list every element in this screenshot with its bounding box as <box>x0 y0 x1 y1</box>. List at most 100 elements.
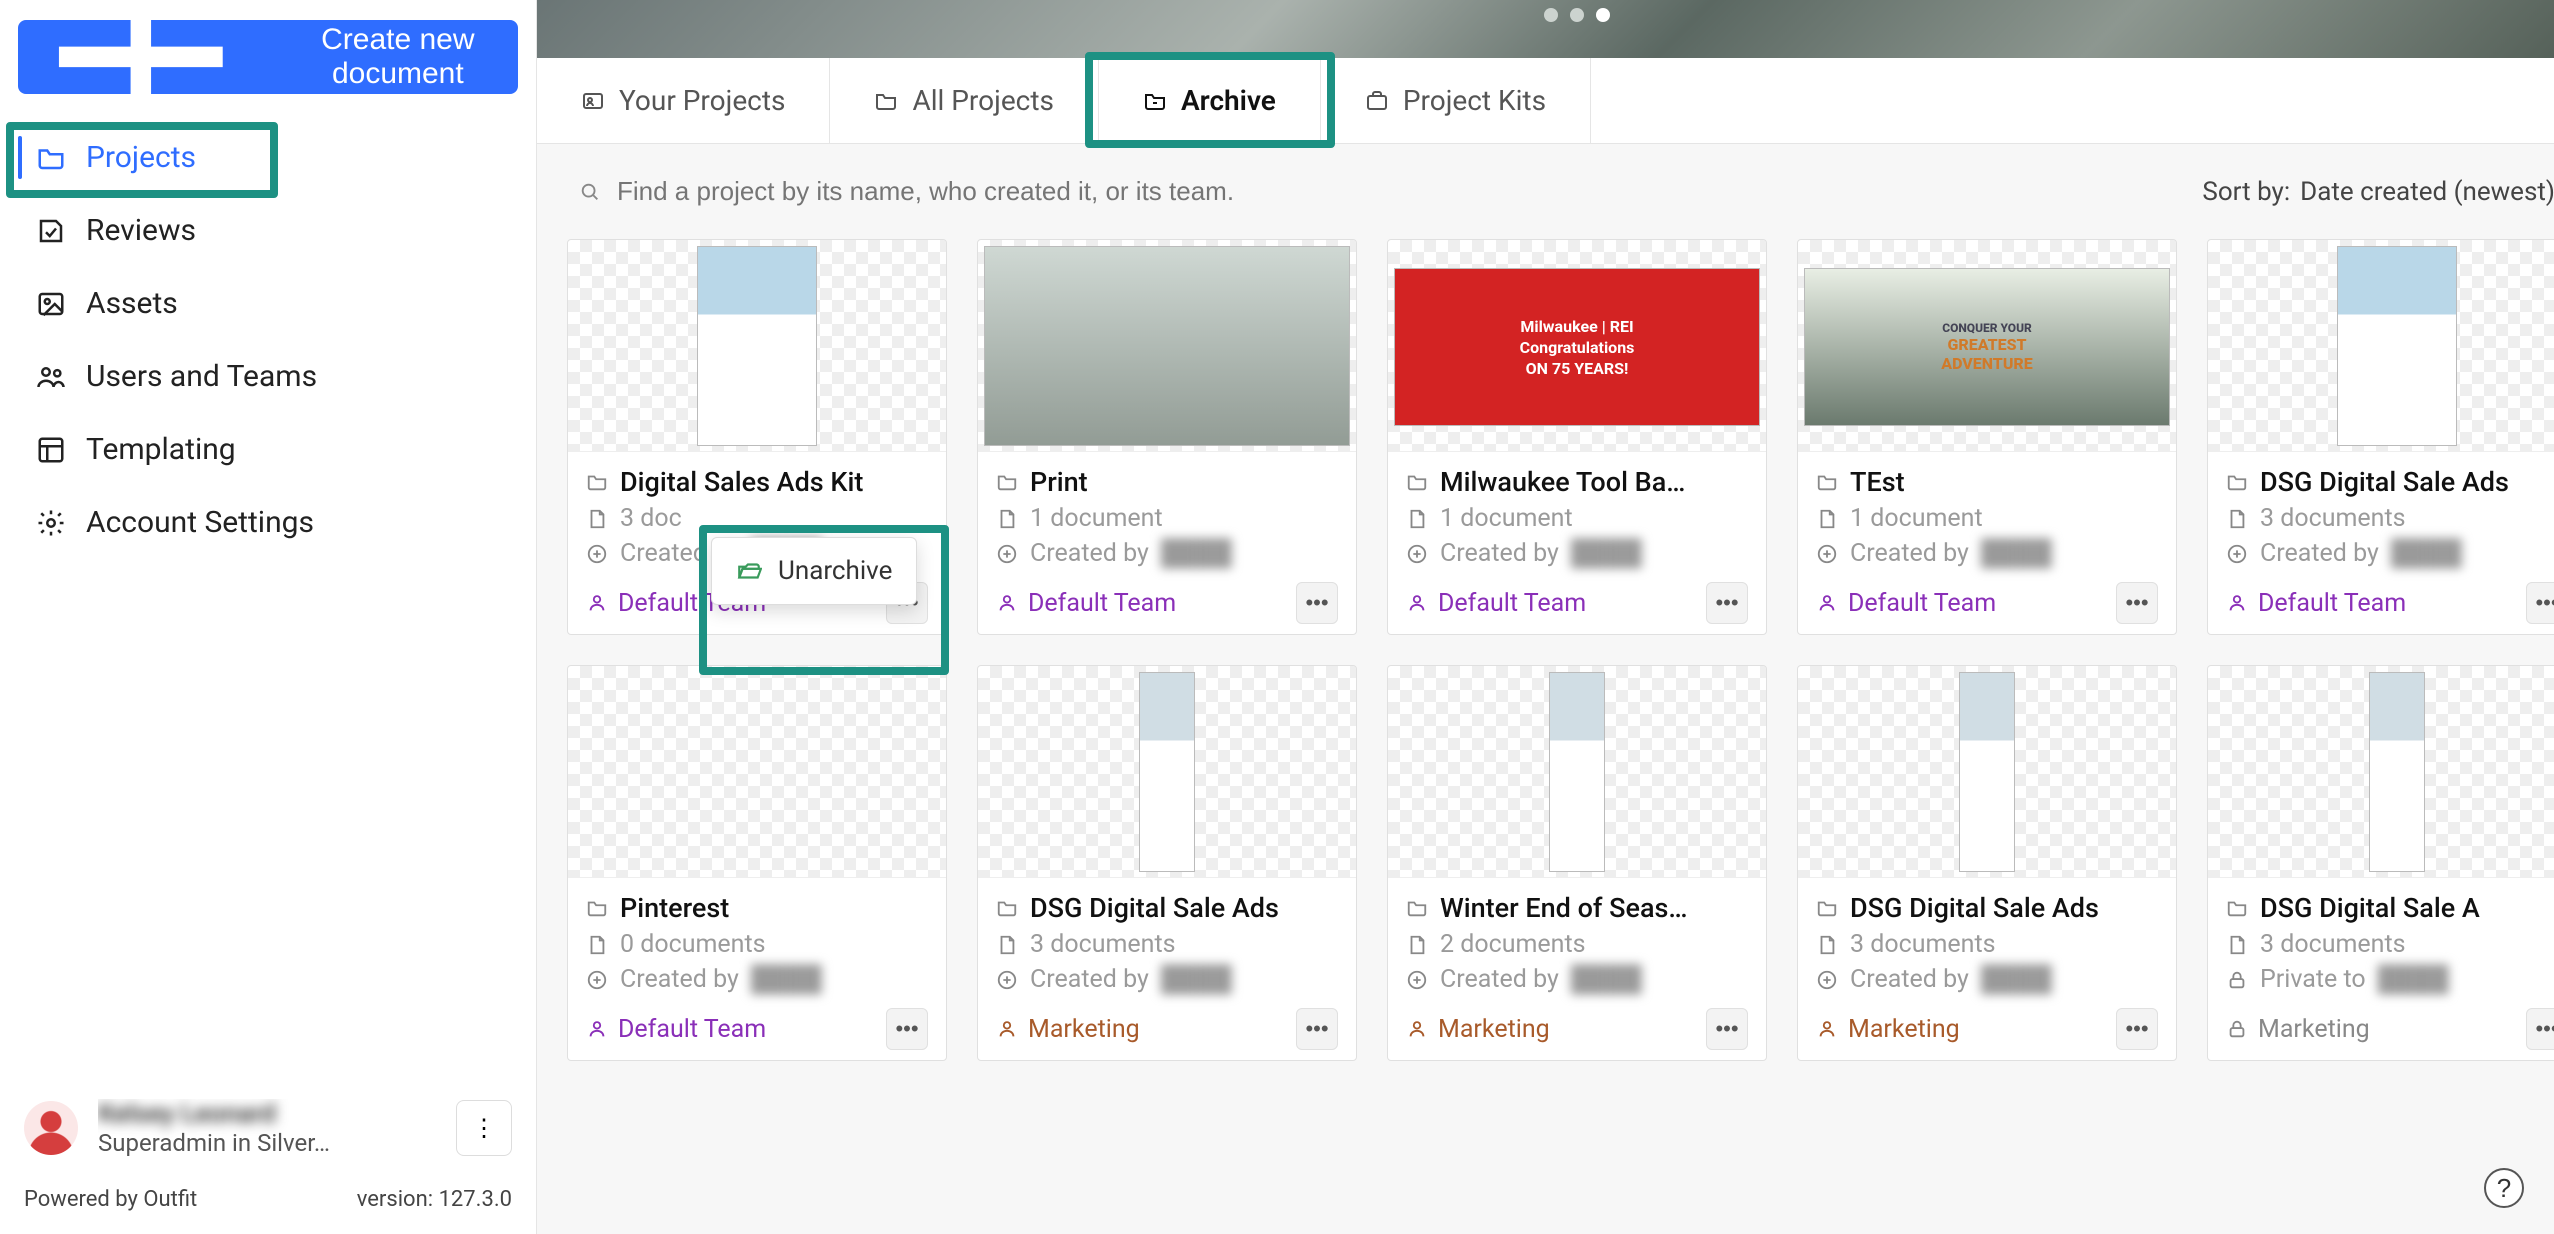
tab-project-kits[interactable]: Project Kits <box>1321 58 1591 143</box>
user-folder-icon <box>581 89 605 113</box>
unarchive-popover[interactable]: Unarchive <box>711 537 917 605</box>
sidebar-item-users-and-teams[interactable]: Users and Teams <box>18 343 518 410</box>
project-more-button[interactable]: ••• <box>1706 1008 1748 1050</box>
hero-dot-1[interactable] <box>1544 8 1558 22</box>
doc-count-row: 3 documents <box>1816 930 2158 959</box>
user-icon <box>996 1018 1018 1040</box>
user-row: Kelsey Leonard Superadmin in Silver… ⋮ <box>18 1089 518 1167</box>
gear-icon <box>36 508 66 538</box>
project-title: DSG Digital Sale Ads <box>1030 892 1279 924</box>
project-more-button[interactable]: ••• <box>1296 582 1338 624</box>
team-name: Default Team <box>1848 589 1996 618</box>
sidebar-item-label: Users and Teams <box>86 359 317 394</box>
created-by-label: Private to <box>2260 965 2366 994</box>
team[interactable]: Marketing <box>996 1015 1140 1044</box>
template-icon <box>36 435 66 465</box>
project-card[interactable]: DSG Digital Sale A3 documentsPrivate to … <box>2207 665 2554 1061</box>
team[interactable]: Default Team <box>996 589 1176 618</box>
project-thumbnail <box>978 240 1356 452</box>
tab-your-projects[interactable]: Your Projects <box>537 58 830 143</box>
project-card[interactable]: Pinterest0 documentsCreated by ████Defau… <box>567 665 947 1061</box>
team-name: Default Team <box>618 1015 766 1044</box>
sidebar-item-assets[interactable]: Assets <box>18 270 518 337</box>
project-card[interactable]: Milwaukee | REICongratulationsON 75 YEAR… <box>1387 239 1767 635</box>
team[interactable]: Default Team <box>1816 589 1996 618</box>
help-button[interactable]: ? <box>2484 1168 2524 1208</box>
project-more-button[interactable]: ••• <box>2116 1008 2158 1050</box>
team-row: Default Team ••• <box>1406 582 1748 624</box>
project-card[interactable]: Print1 documentCreated by ████Default Te… <box>977 239 1357 635</box>
project-more-button[interactable]: ••• <box>886 1008 928 1050</box>
tab-label: Your Projects <box>619 84 785 117</box>
search-icon <box>579 181 601 203</box>
project-more-button[interactable]: ••• <box>2116 582 2158 624</box>
team-name: Marketing <box>2258 1015 2370 1044</box>
team[interactable]: Marketing <box>1816 1015 1960 1044</box>
project-more-button[interactable]: ••• <box>1706 582 1748 624</box>
sidebar-item-account-settings[interactable]: Account Settings <box>18 489 518 556</box>
project-card[interactable]: Winter End of Seas…2 documentsCreated by… <box>1387 665 1767 1061</box>
team[interactable]: Marketing <box>1406 1015 1550 1044</box>
lock-icon <box>2226 1018 2248 1040</box>
folder-icon <box>586 471 608 493</box>
sidebar-item-reviews[interactable]: Reviews <box>18 197 518 264</box>
doc-icon <box>996 934 1018 956</box>
search-input[interactable] <box>617 176 1317 207</box>
doc-icon <box>1406 508 1428 530</box>
tab-archive[interactable]: Archive <box>1099 58 1321 143</box>
creator-name: ████ <box>1981 539 2052 568</box>
doc-count-row: 1 document <box>1816 504 2158 533</box>
project-more-button[interactable]: ••• <box>1296 1008 1338 1050</box>
sort-label: Sort by: <box>2202 177 2290 207</box>
project-card[interactable]: DSG Digital Sale Ads3 documentsCreated b… <box>1797 665 2177 1061</box>
team-name: Default Team <box>2258 589 2406 618</box>
team-row: Marketing ••• <box>2226 1008 2554 1050</box>
project-title-row: Pinterest <box>586 892 928 924</box>
doc-icon <box>2226 934 2248 956</box>
tab-label: All Projects <box>912 84 1054 117</box>
team-row: Default Team ••• <box>996 582 1338 624</box>
create-document-button[interactable]: Create new document <box>18 20 518 94</box>
team-row: Default Team ••• <box>1816 582 2158 624</box>
sidebar-item-templating[interactable]: Templating <box>18 416 518 483</box>
project-title: Milwaukee Tool Ba… <box>1440 466 1685 498</box>
doc-icon <box>586 508 608 530</box>
folder-icon <box>2226 471 2248 493</box>
folder-icon <box>996 897 1018 919</box>
project-card[interactable]: DSG Digital Sale Ads3 documentsCreated b… <box>977 665 1357 1061</box>
user-role: Superadmin in Silver… <box>98 1129 436 1157</box>
project-title: DSG Digital Sale Ads <box>1850 892 2099 924</box>
team[interactable]: Default Team <box>586 1015 766 1044</box>
team-name: Default Team <box>1028 589 1176 618</box>
hero-pagination[interactable] <box>1544 8 1610 22</box>
user-icon <box>2226 592 2248 614</box>
team[interactable]: Default Team <box>1406 589 1586 618</box>
created-by-row: Created by ████ <box>996 539 1338 568</box>
archive-icon <box>1143 89 1167 113</box>
user-menu-button[interactable]: ⋮ <box>456 1100 512 1156</box>
project-title-row: Digital Sales Ads Kit <box>586 466 928 498</box>
project-card[interactable]: DSG Digital Sale Ads3 documentsCreated b… <box>2207 239 2554 635</box>
sidebar-item-projects[interactable]: Projects <box>18 124 518 191</box>
footer-row: Powered by Outfit version: 127.3.0 <box>18 1167 518 1222</box>
doc-count: 2 documents <box>1440 930 1586 959</box>
doc-count-row: 3 doc <box>586 504 928 533</box>
sidebar-item-label: Templating <box>86 432 236 467</box>
team[interactable]: Marketing <box>2226 1015 2370 1044</box>
create-document-label: Create new document <box>278 23 518 91</box>
project-more-button[interactable]: ••• <box>2526 582 2554 624</box>
project-thumbnail: CONQUER YOURGREATESTADVENTURE <box>1798 240 2176 452</box>
team[interactable]: Default Team <box>2226 589 2406 618</box>
hero-dot-2[interactable] <box>1570 8 1584 22</box>
sort-value: Date created (newest) <box>2300 177 2554 207</box>
sort-control[interactable]: Sort by: Date created (newest) ▾ <box>2202 177 2554 207</box>
main: Your Projects All Projects ArchiveProject … <box>537 0 2554 1234</box>
sidebar-footer: Kelsey Leonard Superadmin in Silver… ⋮ P… <box>18 1089 518 1222</box>
project-card-body: Milwaukee Tool Ba…1 documentCreated by █… <box>1388 452 1766 634</box>
hero-dot-3[interactable] <box>1596 8 1610 22</box>
unarchive-label: Unarchive <box>778 556 892 586</box>
project-card[interactable]: CONQUER YOURGREATESTADVENTURETEst1 docum… <box>1797 239 2177 635</box>
project-more-button[interactable]: ••• <box>2526 1008 2554 1050</box>
tab-all-projects[interactable]: All Projects <box>830 58 1099 143</box>
user-icon <box>1816 1018 1838 1040</box>
